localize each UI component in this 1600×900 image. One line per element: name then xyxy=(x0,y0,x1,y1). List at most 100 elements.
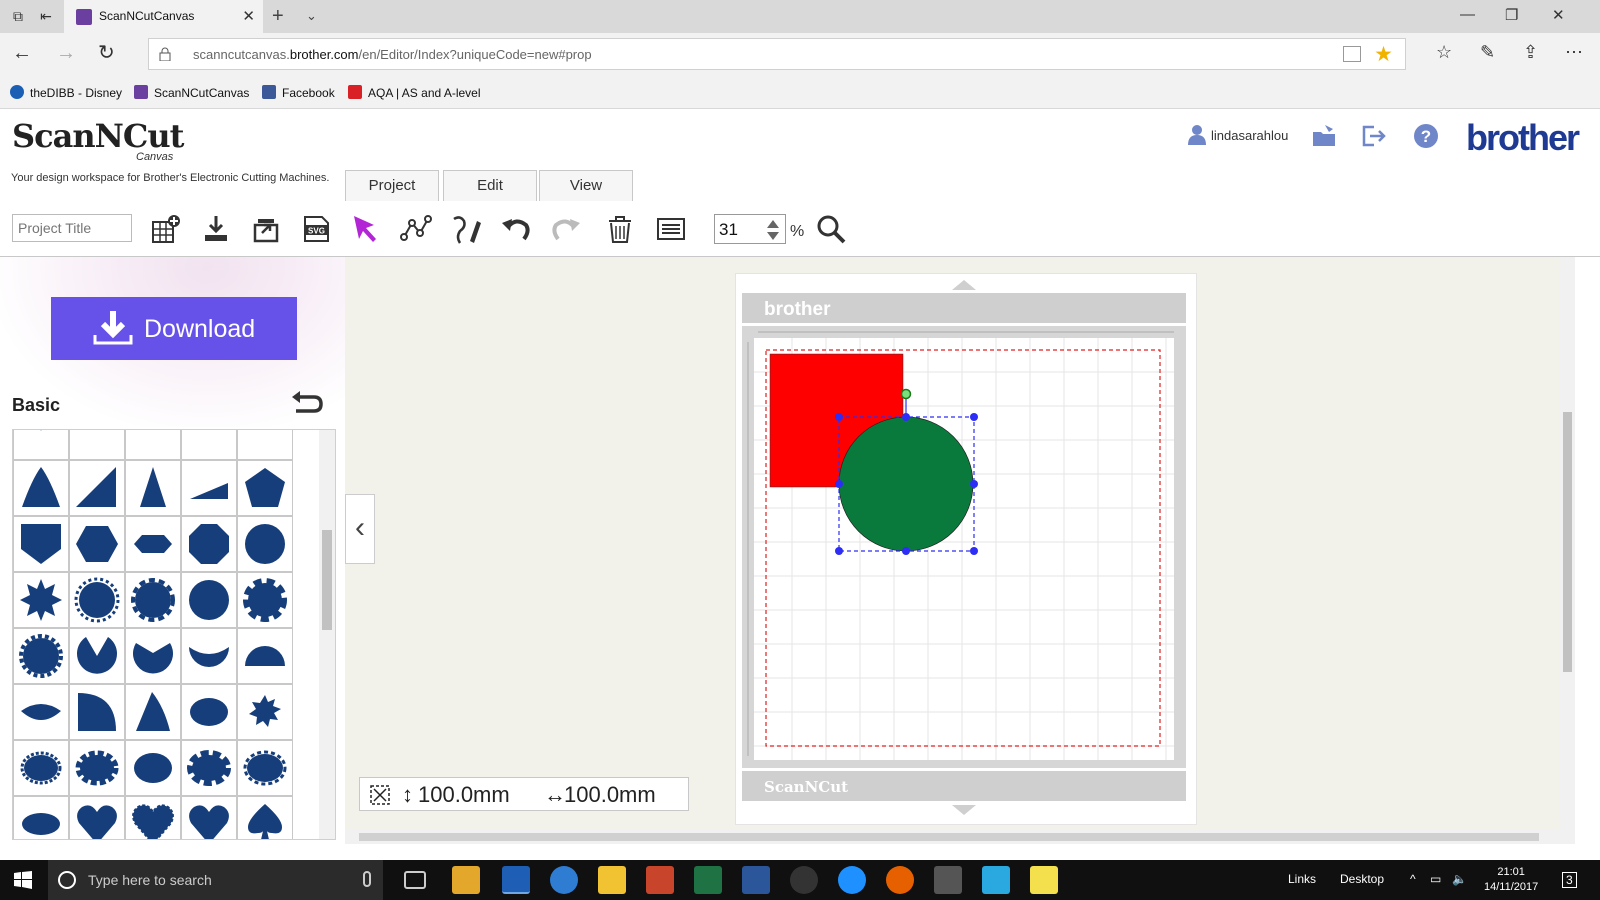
shape-tile[interactable] xyxy=(237,740,293,796)
tab-manager-icon[interactable]: ⧉ xyxy=(10,8,26,24)
shape-tile[interactable] xyxy=(13,628,69,684)
shape-width-value[interactable]: 100.0mm xyxy=(564,782,656,808)
battery-icon[interactable]: ▭ xyxy=(1430,872,1441,886)
scanncut-logo[interactable]: ScanNCut xyxy=(12,117,184,155)
shape-tile[interactable] xyxy=(69,460,125,516)
resize-handle[interactable] xyxy=(835,413,843,421)
web-note-icon[interactable]: ✎ xyxy=(1480,42,1495,63)
shape-tile[interactable] xyxy=(181,460,237,516)
export-icon[interactable] xyxy=(250,213,282,245)
shape-tile[interactable] xyxy=(69,684,125,740)
shape-tile[interactable] xyxy=(237,460,293,516)
excel-icon[interactable] xyxy=(694,866,722,894)
system-clock[interactable]: 21:01 14/11/2017 xyxy=(1484,865,1538,895)
shape-tile[interactable] xyxy=(13,796,69,839)
forward-icon[interactable]: → xyxy=(56,42,76,64)
powerpoint-icon[interactable] xyxy=(646,866,674,894)
canvas-horizontal-scrollbar[interactable] xyxy=(345,830,1560,844)
browser-tab[interactable]: ScanNCutCanvas ✕ xyxy=(64,0,263,33)
address-bar[interactable]: scanncutcanvas.brother.com/en/Editor/Ind… xyxy=(148,38,1406,70)
design-canvas[interactable]: ‹ brother ScanNCut ↕ 100.0mm ↔ 100.0mm xyxy=(345,257,1575,844)
scrollbar-thumb[interactable] xyxy=(322,530,332,630)
undo-icon[interactable] xyxy=(500,213,532,245)
shape-tile[interactable] xyxy=(13,572,69,628)
svg-icon[interactable]: SVG xyxy=(300,213,332,245)
shape-tile[interactable] xyxy=(69,628,125,684)
shape-tile[interactable] xyxy=(181,572,237,628)
scrollbar-thumb[interactable] xyxy=(1563,412,1572,672)
shape-tile[interactable] xyxy=(125,628,181,684)
scroll-down-arrow-icon[interactable] xyxy=(952,805,976,815)
taskbar-search[interactable]: Type here to search xyxy=(48,860,383,900)
shape-tile[interactable] xyxy=(13,516,69,572)
logout-icon[interactable] xyxy=(1360,123,1386,149)
reading-view-icon[interactable] xyxy=(1343,46,1361,62)
shape-tile[interactable] xyxy=(125,460,181,516)
window-close-icon[interactable]: ✕ xyxy=(1552,6,1565,24)
user-account[interactable]: lindasarahlou xyxy=(1188,125,1288,145)
favorite-link[interactable]: theDIBB - Disney xyxy=(10,85,122,100)
cloud-folder-icon[interactable] xyxy=(1311,123,1337,149)
shape-tile[interactable] xyxy=(69,516,125,572)
shape-tile[interactable] xyxy=(13,740,69,796)
green-circle-shape[interactable] xyxy=(838,416,974,552)
share-icon[interactable]: ⇪ xyxy=(1523,42,1538,63)
shape-tile[interactable] xyxy=(181,796,237,839)
new-grid-icon[interactable] xyxy=(150,213,182,245)
shape-tile[interactable] xyxy=(237,796,293,839)
shape-tile[interactable] xyxy=(125,430,181,460)
word-icon[interactable] xyxy=(742,866,770,894)
shape-tile[interactable] xyxy=(237,572,293,628)
favorites-hub-icon[interactable]: ☆ xyxy=(1436,42,1452,63)
shape-tile[interactable] xyxy=(69,430,125,460)
new-tab-icon[interactable]: + xyxy=(272,5,284,28)
canvas-vertical-scrollbar[interactable] xyxy=(1560,257,1575,844)
shape-tile[interactable] xyxy=(237,516,293,572)
tab-project[interactable]: Project xyxy=(345,170,439,201)
shape-height-value[interactable]: 100.0mm xyxy=(418,782,510,808)
desktop-toolbar[interactable]: Desktop xyxy=(1340,872,1384,886)
capture-tool-icon[interactable] xyxy=(982,866,1010,894)
collapse-panel-button[interactable]: ‹ xyxy=(345,494,375,564)
shape-grid-scrollbar[interactable] xyxy=(319,430,335,839)
more-icon[interactable]: ⋯ xyxy=(1565,42,1583,63)
shape-tile[interactable] xyxy=(181,516,237,572)
resize-handle[interactable] xyxy=(970,413,978,421)
resize-handle[interactable] xyxy=(970,547,978,555)
resize-handle[interactable] xyxy=(970,480,978,488)
tab-view[interactable]: View xyxy=(539,170,633,201)
browser-app-icon[interactable] xyxy=(550,866,578,894)
project-title-input[interactable] xyxy=(12,214,132,242)
rotation-handle[interactable] xyxy=(900,388,912,400)
magnifier-icon[interactable] xyxy=(815,213,847,245)
windows-start-icon[interactable] xyxy=(14,871,32,889)
microphone-icon[interactable] xyxy=(363,871,371,887)
sticky-notes-icon[interactable] xyxy=(1030,866,1058,894)
scrollbar-thumb[interactable] xyxy=(359,833,1539,841)
shape-tile[interactable] xyxy=(125,740,181,796)
import-icon[interactable] xyxy=(200,213,232,245)
shape-tile[interactable] xyxy=(237,430,293,460)
list-icon[interactable] xyxy=(655,213,687,245)
shape-tile[interactable] xyxy=(125,572,181,628)
shape-tile[interactable] xyxy=(125,796,181,839)
task-view-icon[interactable] xyxy=(404,871,426,889)
shape-tile[interactable] xyxy=(237,628,293,684)
trash-icon[interactable] xyxy=(604,213,636,245)
shape-tile[interactable] xyxy=(13,460,69,516)
back-return-icon[interactable] xyxy=(290,387,324,417)
resize-handle[interactable] xyxy=(902,547,910,555)
shape-tile[interactable] xyxy=(181,684,237,740)
tray-chevron-icon[interactable]: ^ xyxy=(1410,872,1416,886)
tab-edit[interactable]: Edit xyxy=(443,170,537,201)
zoom-input[interactable] xyxy=(719,219,763,241)
scroll-up-arrow-icon[interactable] xyxy=(952,280,976,290)
store-icon[interactable] xyxy=(452,866,480,894)
restore-icon[interactable]: ❐ xyxy=(1505,6,1518,24)
firefox-icon[interactable] xyxy=(886,866,914,894)
shape-tile[interactable] xyxy=(181,430,237,460)
volume-icon[interactable]: 🔈 xyxy=(1452,872,1467,886)
tab-preview-chevron-icon[interactable]: ⌄ xyxy=(306,8,317,24)
shape-tile[interactable] xyxy=(69,740,125,796)
minimize-icon[interactable]: — xyxy=(1460,6,1475,23)
